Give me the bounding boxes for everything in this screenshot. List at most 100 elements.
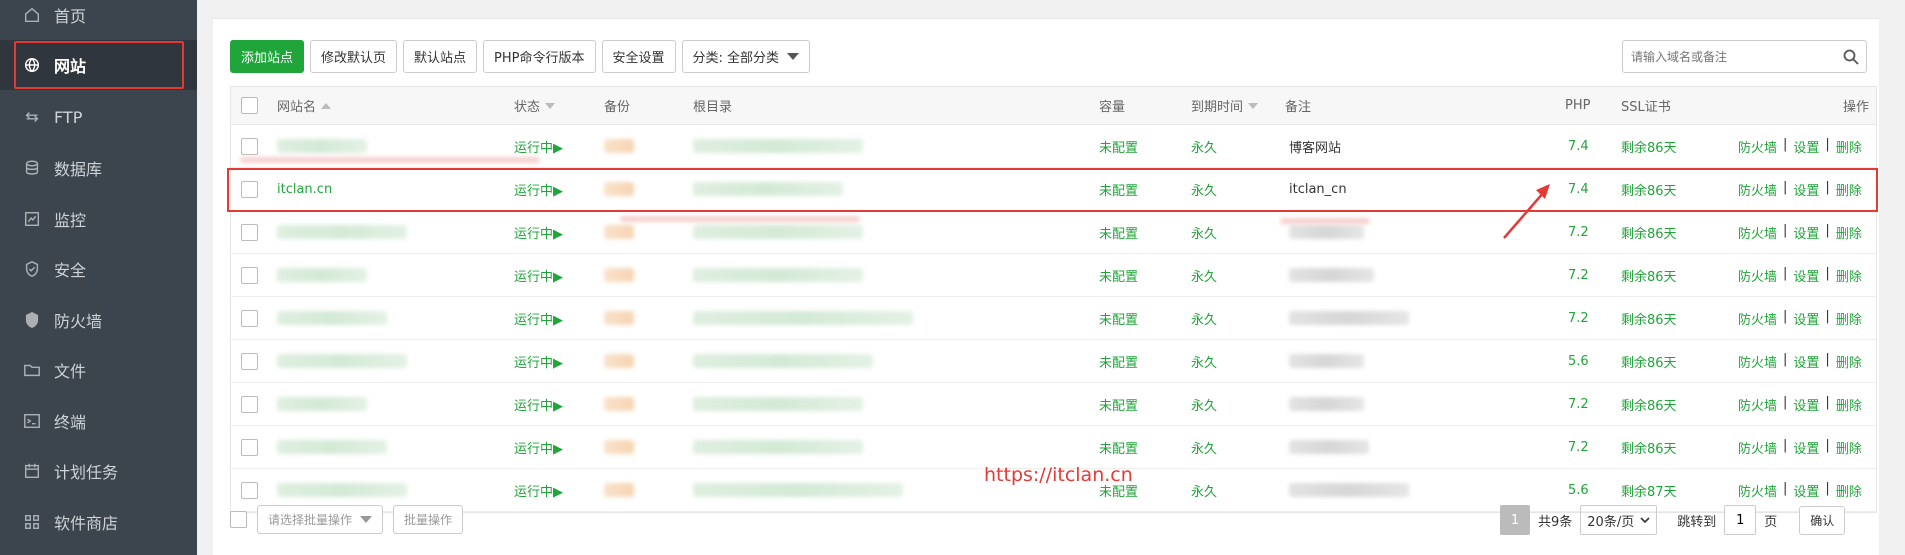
settings-link[interactable]: 设置 [1793, 438, 1819, 457]
firewall-link[interactable]: 防火墙 [1738, 438, 1777, 457]
row-checkbox[interactable] [241, 481, 258, 499]
header-expire[interactable]: 到期时间 [1191, 87, 1259, 124]
site-expire[interactable]: 永久 [1191, 481, 1217, 500]
firewall-link[interactable]: 防火墙 [1738, 137, 1777, 156]
site-name-link[interactable]: itclan.cn [277, 182, 332, 197]
site-status[interactable]: 运行中▶ [514, 352, 563, 371]
site-quota[interactable]: 未配置 [1099, 266, 1138, 285]
firewall-link[interactable]: 防火墙 [1738, 395, 1777, 414]
site-quota[interactable]: 未配置 [1099, 352, 1138, 371]
row-checkbox[interactable] [241, 266, 258, 284]
site-quota[interactable]: 未配置 [1099, 137, 1138, 156]
root-path-redacted[interactable] [693, 268, 863, 282]
backup-redacted[interactable] [604, 354, 634, 368]
site-status[interactable]: 运行中▶ [514, 395, 563, 414]
site-ssl[interactable]: 剩余86天 [1621, 180, 1677, 199]
site-status[interactable]: 运行中▶ [514, 438, 563, 457]
root-path-redacted[interactable] [693, 483, 903, 497]
site-status[interactable]: 运行中▶ [514, 137, 563, 156]
settings-link[interactable]: 设置 [1793, 481, 1819, 500]
site-expire[interactable]: 永久 [1191, 266, 1217, 285]
row-checkbox[interactable] [241, 395, 258, 413]
settings-link[interactable]: 设置 [1793, 180, 1819, 199]
backup-redacted[interactable] [604, 440, 634, 454]
sidebar-item-website[interactable]: 网站 [0, 40, 197, 90]
root-path-redacted[interactable] [693, 311, 913, 325]
sidebar-item-ftp[interactable]: FTP [0, 92, 197, 142]
header-status[interactable]: 状态 [514, 87, 556, 124]
delete-link[interactable]: 删除 [1836, 180, 1862, 199]
row-checkbox[interactable] [241, 438, 258, 456]
site-expire[interactable]: 永久 [1191, 438, 1217, 457]
site-remark[interactable]: 博客网站 [1289, 137, 1341, 156]
sidebar-item-firewall[interactable]: 防火墙 [0, 295, 197, 345]
site-php-version[interactable]: 7.2 [1568, 268, 1589, 283]
site-ssl[interactable]: 剩余87天 [1621, 481, 1677, 500]
site-status[interactable]: 运行中▶ [514, 309, 563, 328]
site-php-version[interactable]: 7.4 [1568, 139, 1589, 154]
backup-redacted[interactable] [604, 397, 634, 411]
site-php-version[interactable]: 7.2 [1568, 311, 1589, 326]
site-php-version[interactable]: 7.2 [1568, 440, 1589, 455]
site-status[interactable]: 运行中▶ [514, 223, 563, 242]
backup-redacted[interactable] [604, 483, 634, 497]
site-status[interactable]: 运行中▶ [514, 481, 563, 500]
settings-link[interactable]: 设置 [1793, 309, 1819, 328]
site-ssl[interactable]: 剩余86天 [1621, 309, 1677, 328]
row-checkbox[interactable] [241, 223, 258, 241]
site-expire[interactable]: 永久 [1191, 180, 1217, 199]
root-path-redacted[interactable] [693, 397, 863, 411]
row-checkbox[interactable] [241, 137, 258, 155]
firewall-link[interactable]: 防火墙 [1738, 223, 1777, 242]
root-path-redacted[interactable] [693, 182, 843, 196]
firewall-link[interactable]: 防火墙 [1738, 481, 1777, 500]
sidebar-item-security[interactable]: 安全 [0, 244, 197, 294]
php-cli-version-button[interactable]: PHP命令行版本 [483, 40, 596, 73]
delete-link[interactable]: 删除 [1836, 352, 1862, 371]
jump-page-input[interactable] [1724, 505, 1757, 535]
site-expire[interactable]: 永久 [1191, 309, 1217, 328]
sidebar-item-home[interactable]: 首页 [0, 0, 197, 40]
delete-link[interactable]: 删除 [1836, 223, 1862, 242]
page-current[interactable]: 1 [1500, 505, 1530, 535]
site-status[interactable]: 运行中▶ [514, 266, 563, 285]
sidebar-item-monitor[interactable]: 监控 [0, 194, 197, 244]
site-remark[interactable]: itclan_cn [1289, 182, 1347, 197]
delete-link[interactable]: 删除 [1836, 395, 1862, 414]
select-all-checkbox[interactable] [241, 97, 258, 114]
delete-link[interactable]: 删除 [1836, 438, 1862, 457]
site-expire[interactable]: 永久 [1191, 395, 1217, 414]
search-icon[interactable] [1836, 49, 1866, 65]
root-path-redacted[interactable] [693, 440, 863, 454]
settings-link[interactable]: 设置 [1793, 395, 1819, 414]
delete-link[interactable]: 删除 [1836, 266, 1862, 285]
site-ssl[interactable]: 剩余86天 [1621, 266, 1677, 285]
backup-redacted[interactable] [604, 225, 634, 239]
settings-link[interactable]: 设置 [1793, 223, 1819, 242]
site-ssl[interactable]: 剩余86天 [1621, 223, 1677, 242]
site-php-version[interactable]: 5.6 [1568, 354, 1589, 369]
site-php-version[interactable]: 7.2 [1568, 225, 1589, 240]
firewall-link[interactable]: 防火墙 [1738, 352, 1777, 371]
sidebar-item-cron[interactable]: 计划任务 [0, 446, 197, 496]
firewall-link[interactable]: 防火墙 [1738, 266, 1777, 285]
row-checkbox[interactable] [241, 180, 258, 198]
batch-operation-button[interactable]: 批量操作 [393, 505, 464, 534]
site-ssl[interactable]: 剩余86天 [1621, 438, 1677, 457]
delete-link[interactable]: 删除 [1836, 309, 1862, 328]
firewall-link[interactable]: 防火墙 [1738, 309, 1777, 328]
firewall-link[interactable]: 防火墙 [1738, 180, 1777, 199]
row-checkbox[interactable] [241, 309, 258, 327]
jump-confirm-button[interactable]: 确认 [1799, 505, 1846, 535]
site-expire[interactable]: 永久 [1191, 137, 1217, 156]
site-status[interactable]: 运行中▶ [514, 180, 563, 199]
sidebar-item-database[interactable]: 数据库 [0, 143, 197, 193]
site-quota[interactable]: 未配置 [1099, 395, 1138, 414]
site-expire[interactable]: 永久 [1191, 352, 1217, 371]
site-ssl[interactable]: 剩余86天 [1621, 137, 1677, 156]
site-expire[interactable]: 永久 [1191, 223, 1217, 242]
site-ssl[interactable]: 剩余86天 [1621, 395, 1677, 414]
default-site-button[interactable]: 默认站点 [403, 40, 478, 73]
row-checkbox[interactable] [241, 352, 258, 370]
add-site-button[interactable]: 添加站点 [230, 40, 305, 73]
